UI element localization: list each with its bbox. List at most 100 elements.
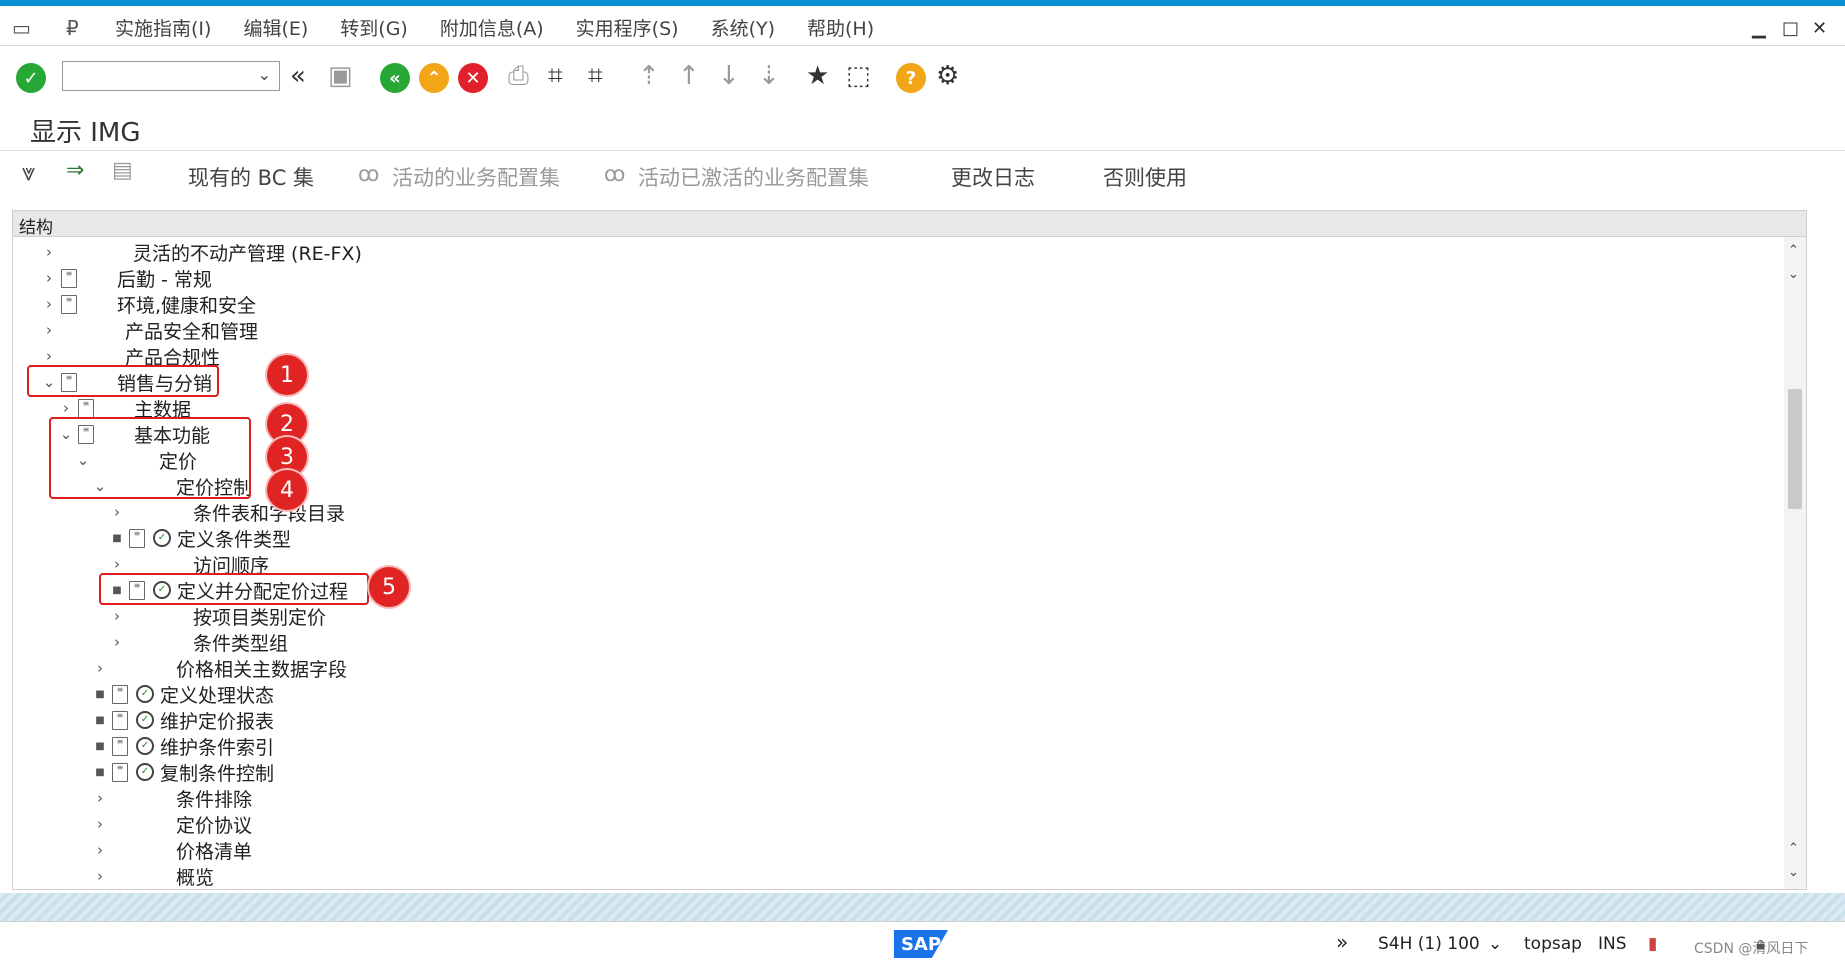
menu-item-help[interactable]: 帮助(H) — [807, 14, 874, 41]
next-page-icon[interactable]: ↓ — [718, 61, 740, 91]
active-activated-bc-sets-button[interactable]: 活动已激活的业务配置集 — [638, 162, 869, 192]
scroll-up-icon[interactable]: ⌃ — [1788, 841, 1799, 856]
cancel-icon[interactable]: ✕ — [458, 63, 488, 93]
expand-status-icon[interactable]: » — [1336, 930, 1348, 954]
execute-icon[interactable]: ⇒ — [66, 158, 84, 183]
chevron-down-icon[interactable]: ⌄ — [1488, 934, 1502, 954]
find-binoculars-icon[interactable]: ⌗ — [548, 61, 563, 92]
chevron-right-icon[interactable]: › — [92, 789, 108, 807]
chevron-right-icon[interactable]: › — [109, 633, 125, 651]
execute-clock-icon[interactable]: ✓ — [153, 529, 171, 547]
new-session-icon[interactable]: ★ — [806, 61, 829, 91]
document-icon[interactable]: ≡ — [112, 762, 128, 782]
chevron-right-icon[interactable]: › — [41, 269, 57, 287]
chevron-right-icon[interactable]: › — [58, 399, 74, 417]
existing-bc-sets-button[interactable]: 现有的 BC 集 — [188, 162, 314, 192]
back-icon[interactable]: « — [380, 63, 410, 93]
lock-icon: 🔒︎ — [1756, 934, 1766, 954]
enter-check-icon[interactable]: ✓ — [16, 63, 46, 93]
first-page-icon[interactable]: ⇡ — [638, 61, 660, 91]
chevron-down-icon[interactable]: ⌄ — [258, 65, 271, 84]
find-next-icon[interactable]: ⌗ — [588, 61, 603, 92]
save-icon[interactable]: ▣ — [328, 61, 353, 91]
chevron-right-icon[interactable]: › — [109, 555, 125, 573]
print-icon[interactable]: ⎙ — [508, 61, 529, 92]
tree-row-condition-type-groups[interactable]: › 条件类型组 — [109, 629, 288, 655]
tree-row-condition-index[interactable]: ■ ≡ ✓ 维护条件索引 — [92, 733, 274, 759]
chevron-right-icon[interactable]: › — [92, 659, 108, 677]
tree-row-pricing-reports[interactable]: ■ ≡ ✓ 维护定价报表 — [92, 707, 274, 733]
document-icon[interactable]: ≡ — [129, 528, 145, 548]
tree-row-pricing-agreements[interactable]: › 定价协议 — [92, 811, 252, 837]
chevron-right-icon[interactable]: › — [41, 243, 57, 261]
chevron-right-icon[interactable]: › — [92, 867, 108, 885]
previous-page-icon[interactable]: ↑ — [678, 61, 700, 91]
input-mode[interactable]: INS — [1598, 934, 1627, 954]
expand-all-icon[interactable]: ⩔ — [22, 158, 36, 186]
tree-row-label: 价格相关主数据字段 — [176, 658, 348, 681]
maximize-icon[interactable]: □ — [1782, 18, 1799, 39]
menu-item-edit[interactable]: 编辑(E) — [243, 14, 308, 41]
close-window-icon[interactable]: ✕ — [1812, 18, 1827, 39]
active-bc-sets-button[interactable]: 活动的业务配置集 — [392, 162, 560, 192]
chevron-right-icon[interactable]: › — [92, 815, 108, 833]
chevron-right-icon[interactable]: › — [109, 607, 125, 625]
document-icon[interactable]: ≡ — [112, 684, 128, 704]
chevron-right-icon[interactable]: › — [109, 503, 125, 521]
command-field[interactable]: ⌄ — [62, 61, 280, 91]
execute-clock-icon[interactable]: ✓ — [136, 711, 154, 729]
help-icon[interactable]: ? — [896, 63, 926, 93]
gear-icon[interactable]: ⚙ — [936, 61, 959, 91]
scrollbar-thumb[interactable] — [1788, 389, 1802, 509]
step-badge-4: 4 — [267, 470, 307, 510]
exit-icon[interactable]: ⌃ — [419, 63, 449, 93]
change-log-button[interactable]: 更改日志 — [951, 162, 1035, 192]
chevron-right-icon[interactable]: › — [92, 841, 108, 859]
tree-row-price-master-fields[interactable]: › 价格相关主数据字段 — [92, 655, 347, 681]
tree-row-processing-status[interactable]: ■ ≡ ✓ 定义处理状态 — [92, 681, 274, 707]
vertical-scrollbar[interactable]: ⌃ ⌄ ⌃ ⌄ — [1784, 237, 1806, 889]
execute-clock-icon[interactable]: ✓ — [136, 685, 154, 703]
tree-row-define-condition-types[interactable]: ■ ≡ ✓ 定义条件类型 — [109, 525, 291, 551]
chevron-right-icon[interactable]: › — [41, 347, 57, 365]
execute-clock-icon[interactable]: ✓ — [136, 763, 154, 781]
chevron-right-icon[interactable]: › — [41, 295, 57, 313]
tree-row-ehs[interactable]: › ≡ 环境,健康和安全 — [41, 291, 256, 317]
chevron-right-icon[interactable]: › — [41, 321, 57, 339]
tree-row-label: 条件类型组 — [193, 632, 289, 655]
tree-row-logistics-general[interactable]: › ≡ 后勤 - 常规 — [41, 265, 212, 291]
double-chevron-left-icon[interactable]: « — [290, 61, 306, 91]
menu-item-extras[interactable]: 附加信息(A) — [440, 14, 544, 41]
bullet-icon: ■ — [95, 740, 105, 752]
scroll-down-icon[interactable]: ⌄ — [1788, 267, 1799, 282]
tree-row-copy-condition-control[interactable]: ■ ≡ ✓ 复制条件控制 — [92, 759, 274, 785]
menu-item-implementation-guide[interactable]: 实施指南(I) — [115, 14, 211, 41]
execute-clock-icon[interactable]: ✓ — [136, 737, 154, 755]
scroll-down-icon[interactable]: ⌄ — [1788, 865, 1799, 880]
scroll-up-icon[interactable]: ⌃ — [1788, 243, 1799, 258]
tree-row-label: 定价协议 — [176, 814, 253, 837]
else-use-button[interactable]: 否则使用 — [1103, 162, 1187, 192]
system-info: S4H (1) 100 — [1378, 934, 1480, 954]
tree-row-re-fx[interactable]: › 灵活的不动产管理 (RE-FX) — [41, 239, 362, 265]
minimize-icon[interactable]: ▁ — [1752, 18, 1766, 39]
menu-item-utilities[interactable]: 实用程序(S) — [576, 14, 679, 41]
tree-row-product-safety[interactable]: › 产品安全和管理 — [41, 317, 258, 343]
tree-row-item-category-pricing[interactable]: › 按项目类别定价 — [109, 603, 326, 629]
sap-p-icon[interactable]: ₽ — [66, 16, 79, 40]
create-shortcut-icon[interactable]: ⬚ — [846, 61, 871, 91]
tree-row-overview[interactable]: › 概览 — [92, 863, 214, 889]
menu-item-goto[interactable]: 转到(G) — [340, 14, 408, 41]
document-icon[interactable]: ≡ — [112, 710, 128, 730]
menu-toggle-icon[interactable]: ▭ — [12, 16, 31, 40]
document-icon[interactable]: ≡ — [112, 736, 128, 756]
last-page-icon[interactable]: ⇣ — [758, 61, 780, 91]
bullet-icon: ■ — [95, 688, 105, 700]
menu-item-system[interactable]: 系统(Y) — [711, 14, 775, 41]
tree-row-condition-tables[interactable]: › 条件表和字段目录 — [109, 499, 345, 525]
tree-row-price-lists[interactable]: › 价格清单 — [92, 837, 252, 863]
document-icon: ≡ — [61, 294, 77, 314]
documentation-icon[interactable]: ▤ — [112, 158, 133, 183]
tree-row-condition-exclusion[interactable]: › 条件排除 — [92, 785, 252, 811]
sap-logo: SAP — [894, 930, 948, 958]
